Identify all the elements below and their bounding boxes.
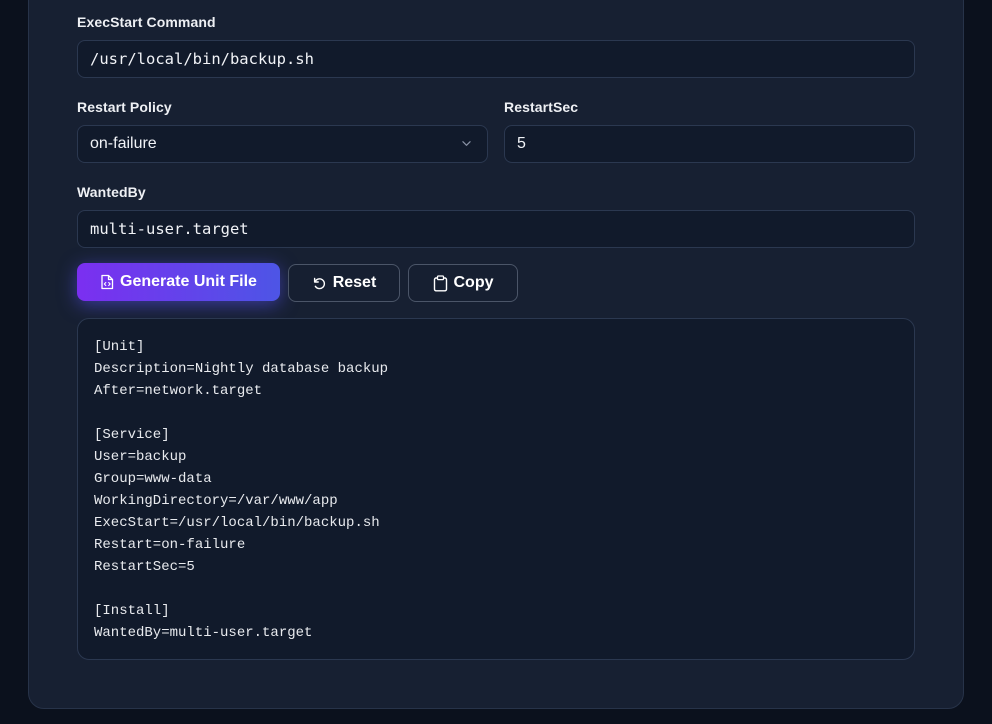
- unit-file-output[interactable]: [Unit] Description=Nightly database back…: [77, 318, 915, 660]
- copy-button[interactable]: Copy: [408, 264, 518, 302]
- exec-start-label: ExecStart Command: [77, 14, 216, 30]
- restart-sec-input[interactable]: 5: [504, 125, 915, 163]
- generate-button-label: Generate Unit File: [120, 273, 257, 290]
- restart-policy-label: Restart Policy: [77, 99, 172, 115]
- wanted-by-value: multi-user.target: [90, 220, 249, 238]
- reset-button-label: Reset: [332, 274, 377, 291]
- generate-unit-file-button[interactable]: Generate Unit File: [77, 263, 280, 301]
- reset-button[interactable]: Reset: [288, 264, 400, 302]
- clipboard-icon: [433, 274, 447, 292]
- exec-start-value: /usr/local/bin/backup.sh: [90, 50, 314, 68]
- restart-policy-value: on-failure: [90, 135, 157, 152]
- copy-button-label: Copy: [453, 274, 494, 291]
- wanted-by-label: WantedBy: [77, 184, 146, 200]
- wanted-by-input[interactable]: multi-user.target: [77, 210, 915, 248]
- unit-file-text: [Unit] Description=Nightly database back…: [94, 339, 389, 641]
- restart-sec-value: 5: [517, 135, 526, 152]
- exec-start-input[interactable]: /usr/local/bin/backup.sh: [77, 40, 915, 78]
- restart-sec-label: RestartSec: [504, 99, 579, 115]
- chevron-down-icon: [462, 141, 471, 146]
- restart-policy-select[interactable]: on-failure: [77, 125, 488, 163]
- rotate-ccw-icon: [313, 277, 325, 289]
- file-code-icon: [101, 274, 114, 290]
